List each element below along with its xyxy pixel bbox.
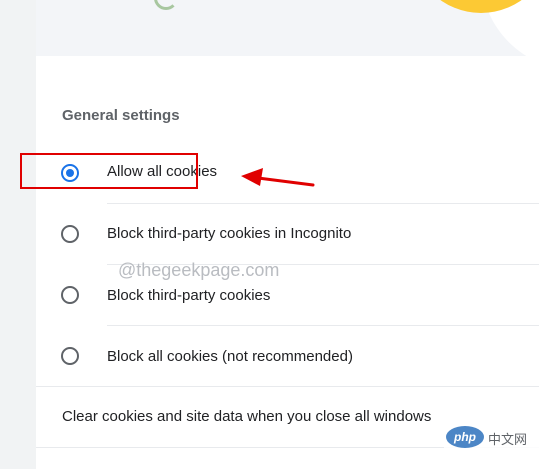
radio-option-block-third-party[interactable]: Block third-party cookies: [36, 265, 539, 325]
site-logo: php 中文网: [444, 423, 539, 451]
cookie-settings-card: General settings Allow all cookies Block…: [36, 0, 539, 469]
hero-illustration: [36, 0, 539, 56]
site-logo-text: 中文网: [488, 432, 528, 447]
option-label-block-all: Block all cookies (not recommended): [107, 348, 353, 365]
watermark: @thegeekpage.com: [118, 260, 280, 280]
php-logo-icon: php: [446, 426, 484, 448]
radio-option-block-incognito[interactable]: Block third-party cookies in Incognito: [36, 204, 539, 264]
annotation-highlight-box: [20, 153, 198, 189]
annotation-arrow-icon: [241, 168, 315, 187]
option-label-block-incognito: Block third-party cookies in Incognito: [107, 225, 352, 242]
option-label-block-third-party: Block third-party cookies: [107, 287, 271, 304]
section-title: General settings: [62, 107, 180, 124]
clear-on-exit-label[interactable]: Clear cookies and site data when you clo…: [62, 408, 431, 425]
radio-button[interactable]: [61, 225, 79, 243]
illustration-arc: [154, 0, 178, 10]
radio-option-block-all[interactable]: Block all cookies (not recommended): [36, 326, 539, 386]
radio-button[interactable]: [61, 347, 79, 365]
radio-button[interactable]: [61, 286, 79, 304]
divider: [36, 386, 539, 387]
